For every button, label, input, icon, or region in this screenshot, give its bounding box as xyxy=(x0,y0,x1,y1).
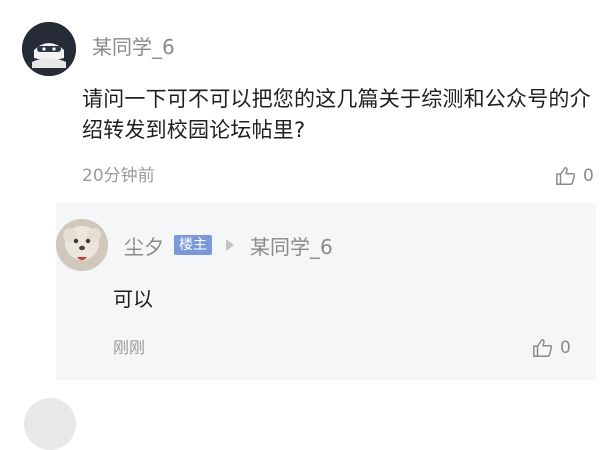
reply-header: 尘夕 楼主 某同学_6 xyxy=(124,231,333,260)
author-badge: 楼主 xyxy=(174,235,212,255)
reply-like-button[interactable]: 0 xyxy=(532,336,571,360)
replier-avatar[interactable] xyxy=(56,219,108,271)
triangle-right-icon xyxy=(226,239,234,251)
comment-timestamp: 20分钟前 xyxy=(82,166,155,186)
ninja-icon xyxy=(22,22,76,76)
replier-username[interactable]: 尘夕 xyxy=(124,231,164,260)
comment-like-count: 0 xyxy=(583,166,594,186)
reply-timestamp: 刚刚 xyxy=(113,338,146,357)
thumbs-up-icon xyxy=(556,167,576,185)
comment-like-button[interactable]: 0 xyxy=(555,164,594,188)
reply-like-count: 0 xyxy=(560,338,571,358)
reply-text: 可以 xyxy=(113,287,153,311)
commenter-avatar[interactable] xyxy=(22,22,76,76)
reply-target-username[interactable]: 某同学_6 xyxy=(250,231,333,260)
reply-thread: 尘夕 楼主 某同学_6 可以 刚刚 0 xyxy=(56,203,596,380)
commenter-username[interactable]: 某同学_6 xyxy=(92,34,175,60)
thumbs-up-icon xyxy=(533,339,553,357)
fluffy-dog-icon xyxy=(56,219,108,271)
comment-text: 请问一下可不可以把您的这几篇关于综测和公众号的介绍转发到校园论坛帖里? xyxy=(82,87,591,142)
